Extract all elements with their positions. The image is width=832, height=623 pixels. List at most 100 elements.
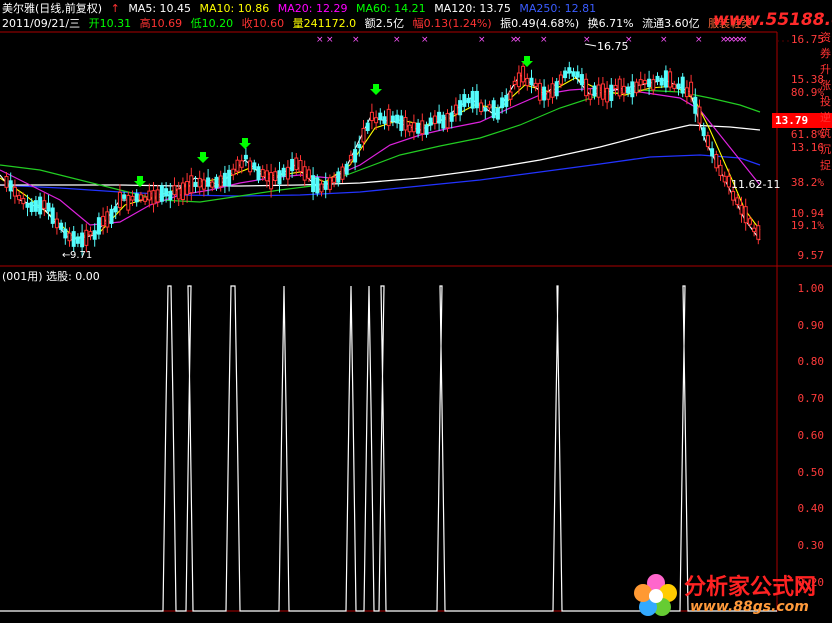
candle-body (617, 78, 622, 97)
candle-body (50, 207, 55, 224)
candle-body (710, 148, 715, 157)
candle-body (521, 65, 526, 83)
candle-body (504, 95, 509, 107)
candle-body (54, 218, 59, 229)
candle-body (256, 166, 261, 181)
candle-body (382, 116, 387, 124)
candle-body (46, 202, 51, 212)
candle-body (294, 157, 299, 171)
candle-body (374, 117, 379, 124)
signal-x-marker: × (316, 35, 324, 45)
candle-body (327, 177, 332, 190)
candle-body (579, 74, 584, 86)
candle-body (508, 91, 513, 100)
candle-body (302, 166, 307, 181)
candle-body (227, 169, 232, 187)
candle-body (243, 154, 248, 160)
candle-body (80, 232, 85, 248)
candle-body (571, 71, 576, 77)
candle-body (596, 84, 601, 98)
candle-body (4, 175, 9, 188)
candle-body (235, 159, 240, 172)
candle-body (605, 87, 610, 103)
candle-body (588, 93, 593, 100)
candle-body (323, 180, 328, 190)
candle-body (122, 194, 127, 199)
flower-logo-icon (634, 574, 677, 616)
candle-body (642, 79, 647, 84)
candle-body (168, 190, 173, 201)
candle-body (516, 72, 521, 88)
candle-body (71, 231, 76, 247)
candle-body (432, 115, 437, 125)
candle-body (88, 231, 93, 236)
candle-body (726, 175, 731, 188)
candle-body (17, 195, 22, 201)
candle-body (315, 177, 320, 194)
buy-arrow-icon (239, 138, 251, 149)
candle-body (311, 175, 316, 193)
buy-signal-arrows (134, 56, 533, 187)
candle-body (626, 86, 631, 94)
fib-axis-label: 19.1% (790, 219, 824, 232)
signal-x-marker: × (514, 35, 522, 45)
candle-body (336, 171, 341, 183)
indicator-axis-label: 0.80 (797, 355, 825, 369)
candle-body (529, 77, 534, 86)
indicator-signal-line (0, 285, 777, 612)
indicator-axis-label: 0.90 (797, 318, 825, 332)
signal-x-marker: × (695, 35, 703, 45)
indicator-title[interactable]: (001用) 选股: 0.00 (2, 268, 100, 284)
candle-body (743, 206, 748, 224)
candle-body (621, 85, 626, 94)
candle-body (609, 84, 614, 101)
indicator-axis-label: 0.40 (797, 502, 825, 516)
candle-body (348, 154, 353, 161)
candle-body (164, 188, 169, 197)
buy-arrow-icon (370, 84, 382, 95)
candle-body (239, 160, 244, 168)
candle-body (479, 102, 484, 113)
candle-body (563, 70, 568, 79)
candle-body (542, 86, 547, 101)
candle-body (638, 79, 643, 86)
candle-body (655, 75, 660, 82)
logo-url: www.88gs.com (690, 599, 809, 615)
candle-body (38, 196, 43, 215)
candle-body (206, 177, 211, 187)
candle-body (378, 112, 383, 121)
candle-body (193, 181, 198, 187)
candle-body (395, 114, 400, 124)
indicator-axis-label: 0.50 (797, 465, 825, 479)
candle-body (697, 106, 702, 124)
candle-body (369, 111, 374, 122)
candle-body (189, 175, 194, 194)
candle-body (67, 232, 72, 242)
candle-body (714, 153, 719, 169)
candle-body (214, 176, 219, 189)
chart-canvas[interactable]: × × × × × × ×× × × × × × ×××××× 9.71 ← 16.75 11.62-1… (0, 0, 832, 623)
signal-x-marker: × (352, 35, 360, 45)
ma120-line (0, 124, 761, 187)
signal-x-marker: × (740, 35, 748, 45)
candle-body (495, 107, 500, 120)
candle-body (437, 111, 442, 124)
candle-body (558, 74, 563, 85)
candle-body (332, 176, 337, 183)
signal-x-marker: × (583, 35, 591, 45)
candle-body (575, 71, 580, 78)
high-price-annotation: 16.75 (597, 40, 629, 53)
candle-body (357, 144, 362, 149)
candle-body (533, 82, 538, 87)
candle-body (592, 85, 597, 97)
candle-body (63, 228, 68, 239)
candle-body (416, 122, 421, 134)
candle-body (273, 171, 278, 181)
candle-body (306, 169, 311, 179)
candle-body (340, 166, 345, 180)
ma5-line (0, 69, 761, 241)
logo-name: 分析家公式网 (684, 575, 817, 600)
candle-body (752, 227, 757, 233)
candle-body (290, 158, 295, 172)
candle-body (113, 206, 118, 213)
